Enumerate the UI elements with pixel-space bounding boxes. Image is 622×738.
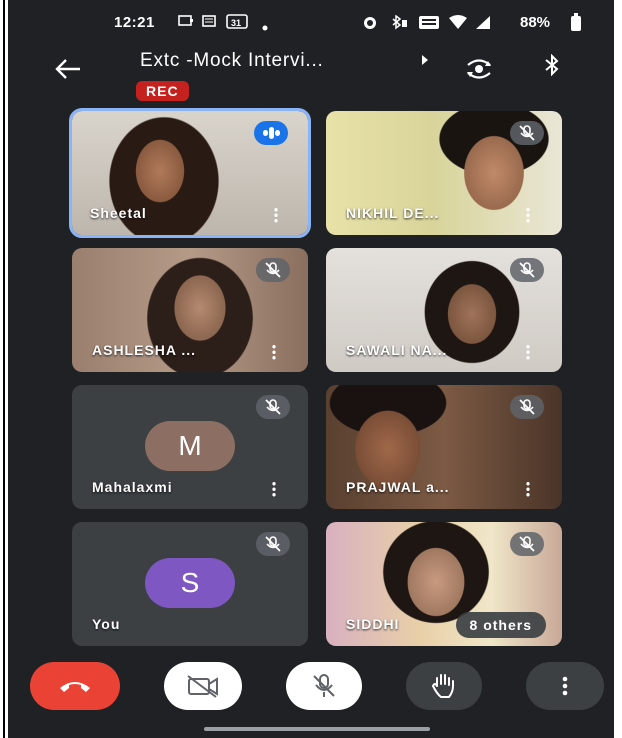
camera-off-icon bbox=[187, 675, 218, 698]
bluetooth-audio-icon[interactable] bbox=[544, 53, 560, 82]
cast-icon bbox=[178, 15, 194, 30]
participant-name: Sheetal bbox=[90, 205, 147, 221]
notification-dot-icon bbox=[262, 19, 268, 34]
participant-tile-nikhil[interactable]: NIKHIL DE... bbox=[326, 111, 562, 235]
phone-hangup-icon bbox=[60, 682, 90, 692]
right-frame-edge bbox=[614, 0, 622, 738]
more-vert-icon[interactable] bbox=[526, 207, 530, 223]
chevron-right-icon[interactable] bbox=[420, 54, 430, 69]
meeting-header: Extc -Mock Intervi... REC bbox=[8, 46, 614, 106]
home-indicator[interactable] bbox=[204, 727, 430, 731]
mic-toggle-button[interactable] bbox=[286, 662, 362, 710]
avatar: S bbox=[145, 558, 235, 608]
wifi-icon bbox=[448, 15, 468, 33]
more-vert-icon[interactable] bbox=[274, 207, 278, 223]
muted-mic-icon bbox=[510, 121, 544, 145]
others-count-chip[interactable]: 8 others bbox=[455, 612, 546, 638]
more-options-button[interactable] bbox=[526, 662, 604, 710]
end-call-button[interactable] bbox=[30, 662, 120, 710]
muted-mic-icon bbox=[510, 258, 544, 282]
raise-hand-button[interactable] bbox=[406, 662, 482, 710]
switch-camera-icon[interactable] bbox=[464, 58, 494, 80]
more-vert-icon[interactable] bbox=[272, 481, 276, 497]
muted-mic-icon bbox=[256, 532, 290, 556]
battery-icon bbox=[571, 13, 581, 31]
participant-tile-sawali[interactable]: SAWALI NA... bbox=[326, 248, 562, 372]
left-frame-edge bbox=[0, 0, 8, 738]
more-vert-icon bbox=[562, 676, 568, 696]
participant-name: PRAJWAL a... bbox=[346, 479, 450, 495]
participant-tile-you[interactable]: S You bbox=[72, 522, 308, 646]
more-vert-icon[interactable] bbox=[526, 344, 530, 360]
participant-tile-siddhi[interactable]: SIDDHI 8 others bbox=[326, 522, 562, 646]
participant-tile-prajwal[interactable]: PRAJWAL a... bbox=[326, 385, 562, 509]
muted-mic-icon bbox=[256, 395, 290, 419]
participant-name: You bbox=[92, 616, 121, 632]
battery-percent: 88% bbox=[520, 14, 551, 31]
participant-tile-mahalaxmi[interactable]: M Mahalaxmi bbox=[72, 385, 308, 509]
status-bar: 12:21 31 88% bbox=[8, 0, 614, 46]
calendar-day: 31 bbox=[231, 18, 241, 28]
mic-off-icon bbox=[313, 674, 335, 697]
participant-tile-ashlesha[interactable]: ASHLESHA ... bbox=[72, 248, 308, 372]
participant-tile-sheetal[interactable]: Sheetal bbox=[69, 108, 311, 238]
muted-mic-icon bbox=[510, 532, 544, 556]
meet-call-screen: 12:21 31 88% Extc -Mock Intervi... REC S… bbox=[8, 0, 614, 738]
participant-name: NIKHIL DE... bbox=[346, 205, 440, 221]
muted-mic-icon bbox=[510, 395, 544, 419]
status-time: 12:21 bbox=[114, 14, 155, 31]
bluetooth-status-icon bbox=[390, 14, 408, 33]
message-icon bbox=[202, 15, 216, 31]
participant-name: Mahalaxmi bbox=[92, 479, 173, 495]
participant-name: SIDDHI bbox=[346, 616, 400, 632]
alarm-icon bbox=[362, 15, 378, 33]
speaking-indicator-icon bbox=[254, 121, 288, 145]
more-vert-icon[interactable] bbox=[272, 344, 276, 360]
participant-name: ASHLESHA ... bbox=[92, 342, 197, 358]
meeting-title[interactable]: Extc -Mock Intervi... bbox=[140, 50, 324, 72]
avatar: M bbox=[145, 421, 235, 471]
muted-mic-icon bbox=[256, 258, 290, 282]
recording-badge: REC bbox=[136, 81, 189, 101]
back-arrow-icon[interactable] bbox=[54, 56, 82, 87]
signal-icon bbox=[474, 15, 492, 33]
hand-icon bbox=[431, 674, 454, 698]
camera-toggle-button[interactable] bbox=[164, 662, 242, 710]
participant-name: SAWALI NA... bbox=[346, 342, 448, 358]
more-vert-icon[interactable] bbox=[526, 481, 530, 497]
volte-wifi-icon bbox=[418, 15, 440, 33]
calendar-icon: 31 bbox=[226, 13, 248, 32]
